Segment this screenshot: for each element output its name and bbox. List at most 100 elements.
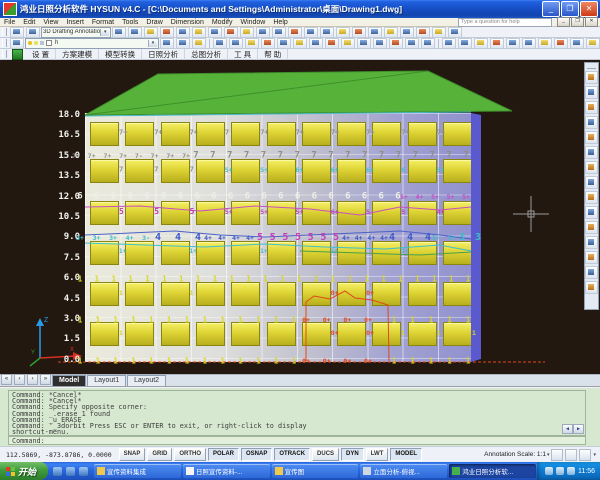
menu-file[interactable]: File: [0, 19, 19, 26]
toolbar-grip[interactable]: [2, 39, 7, 47]
layer-states-icon[interactable]: [160, 38, 174, 49]
cut-icon[interactable]: [208, 27, 222, 38]
mirror-icon[interactable]: [585, 101, 598, 114]
zoom-extents-icon[interactable]: [474, 38, 488, 49]
hysun-menu-item-6[interactable]: 帮 助: [258, 49, 288, 60]
offset-icon[interactable]: [585, 116, 598, 129]
workspace-combobox[interactable]: 3D Drafting Annotation ▾: [41, 27, 111, 38]
taskbar-task-0[interactable]: 宣传资料集成: [94, 464, 181, 478]
render-icon[interactable]: [570, 38, 584, 49]
scroll-left-icon[interactable]: ◀: [562, 424, 573, 434]
pan-realtime-icon[interactable]: [304, 27, 318, 38]
stretch-icon[interactable]: [585, 191, 598, 204]
chevron-down-icon[interactable]: ▾: [100, 29, 109, 36]
paste-icon[interactable]: [240, 27, 254, 38]
annotation-autoscale-icon[interactable]: [565, 449, 577, 461]
quickcalc-icon[interactable]: [538, 38, 552, 49]
zoom-previous-icon[interactable]: [352, 27, 366, 38]
menu-dimension[interactable]: Dimension: [167, 19, 208, 26]
undo-icon[interactable]: [373, 38, 387, 49]
save-icon[interactable]: [144, 27, 158, 38]
zoom-window-icon[interactable]: [442, 38, 456, 49]
toggle-osnap[interactable]: OSNAP: [241, 448, 272, 461]
scroll-right-icon[interactable]: ▶: [573, 424, 584, 434]
help-icon[interactable]: [586, 38, 600, 49]
toolbar-grip[interactable]: [2, 50, 7, 58]
publish-icon[interactable]: [293, 38, 307, 49]
toggle-lwt[interactable]: LWT: [366, 448, 389, 461]
hysun-menu-item-4[interactable]: 总图分析: [185, 49, 228, 60]
markup-icon[interactable]: [432, 27, 446, 38]
menu-format[interactable]: Format: [88, 19, 118, 26]
named-views-icon[interactable]: [490, 38, 504, 49]
chevron-down-icon[interactable]: ▾: [148, 40, 157, 47]
menu-modify[interactable]: Modify: [208, 19, 237, 26]
save-icon[interactable]: [245, 38, 259, 49]
toolbar-grip[interactable]: [587, 64, 596, 69]
status-tray-menu-icon[interactable]: ▾: [593, 452, 596, 458]
taskbar-task-3[interactable]: 立面分析-俯视...: [360, 464, 447, 478]
quick-launch-player-icon[interactable]: [79, 467, 88, 476]
plot-icon[interactable]: [160, 27, 174, 38]
layer-combobox[interactable]: h ▾: [25, 38, 159, 49]
quick-launch-ie-icon[interactable]: [53, 467, 62, 476]
annotation-scale-label[interactable]: Annotation Scale: 1:1: [484, 451, 546, 458]
menu-help[interactable]: Help: [269, 19, 291, 26]
sheet-set-manager-icon[interactable]: [416, 27, 430, 38]
plot-icon[interactable]: [261, 38, 275, 49]
help-question-input[interactable]: Type a question for help: [458, 18, 552, 27]
scale-icon[interactable]: [585, 176, 598, 189]
tab-layout1[interactable]: Layout1: [87, 375, 126, 386]
fillet-icon[interactable]: [585, 266, 598, 279]
copy-icon[interactable]: [224, 27, 238, 38]
toggle-grid[interactable]: GRID: [147, 448, 172, 461]
array-icon[interactable]: [585, 131, 598, 144]
menu-draw[interactable]: Draw: [142, 19, 166, 26]
publish-icon[interactable]: [192, 27, 206, 38]
quick-launch-desktop-icon[interactable]: [66, 467, 75, 476]
copy-icon[interactable]: [585, 86, 598, 99]
tray-network-icon[interactable]: [556, 467, 564, 475]
tab-nav-prev-icon[interactable]: ‹: [14, 374, 25, 385]
layer-properties-manager-icon[interactable]: [10, 38, 24, 49]
restore-button[interactable]: ❐: [561, 1, 579, 17]
open-icon[interactable]: [229, 38, 243, 49]
qnew-icon[interactable]: [213, 38, 227, 49]
zoom-window-icon[interactable]: [336, 27, 350, 38]
layer-previous-icon[interactable]: [192, 38, 206, 49]
zoom-realtime-icon[interactable]: [320, 27, 334, 38]
toggle-dyn[interactable]: DYN: [341, 448, 364, 461]
toggle-snap[interactable]: SNAP: [119, 448, 146, 461]
hysun-menu-item-0[interactable]: 设 置: [26, 49, 56, 60]
cut-icon[interactable]: [309, 38, 323, 49]
toggle-ducs[interactable]: DUCS: [312, 448, 339, 461]
pan-realtime-icon[interactable]: [405, 38, 419, 49]
tab-nav-first-icon[interactable]: «: [1, 374, 12, 385]
minimize-button[interactable]: _: [542, 1, 560, 17]
designcenter-icon[interactable]: [384, 27, 398, 38]
qnew-icon[interactable]: [112, 27, 126, 38]
help-icon[interactable]: [448, 27, 462, 38]
chamfer-icon[interactable]: [585, 251, 598, 264]
undo-icon[interactable]: [272, 27, 286, 38]
tab-model[interactable]: Model: [52, 375, 86, 386]
workspace-settings-icon[interactable]: [26, 27, 40, 38]
mdi-restore-button[interactable]: ❐: [571, 17, 584, 27]
plot-preview-icon[interactable]: [176, 27, 190, 38]
zoom-realtime-icon[interactable]: [421, 38, 435, 49]
annotation-visibility-icon[interactable]: [551, 449, 563, 461]
hysun-menu-item-5[interactable]: 工 具: [228, 49, 258, 60]
extend-icon[interactable]: [585, 221, 598, 234]
close-button[interactable]: ✕: [580, 1, 598, 17]
command-history[interactable]: Command: *Cancel*Command: *Cancel*Comman…: [8, 390, 586, 436]
trim-icon[interactable]: [585, 206, 598, 219]
zoom-previous-icon[interactable]: [458, 38, 472, 49]
menu-window[interactable]: Window: [236, 19, 269, 26]
tab-nav-next-icon[interactable]: ›: [27, 374, 38, 385]
tab-layout2[interactable]: Layout2: [127, 375, 166, 386]
properties-icon[interactable]: [368, 27, 382, 38]
toggle-polar[interactable]: POLAR: [208, 448, 239, 461]
explode-icon[interactable]: [585, 281, 598, 294]
taskbar-task-4[interactable]: 鸿业日照分析软...: [449, 464, 536, 478]
start-button[interactable]: 开始: [0, 462, 48, 480]
